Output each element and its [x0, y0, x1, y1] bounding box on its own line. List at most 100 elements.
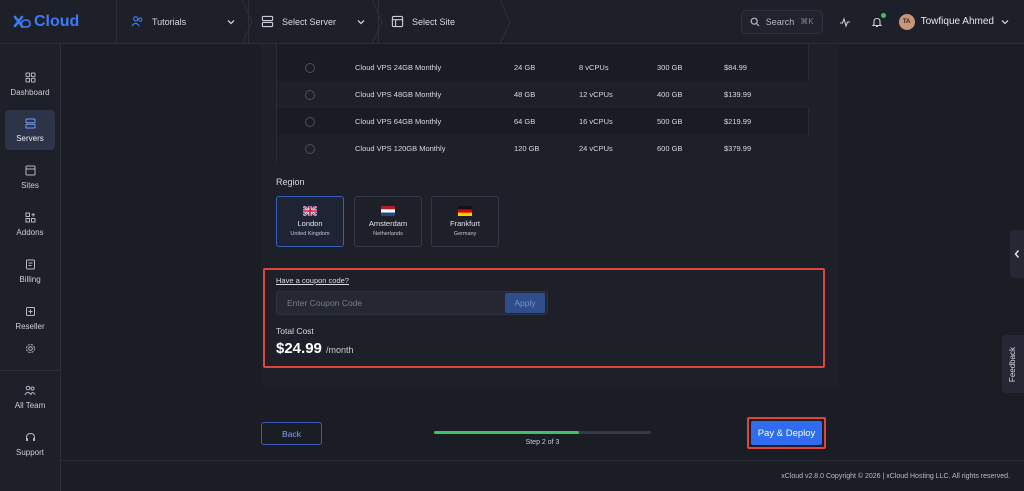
feedback-tab[interactable]: Feedback	[1002, 335, 1024, 393]
sidebar-divider	[0, 370, 61, 371]
plan-row[interactable]: Cloud VPS 48GB Monthly 48 GB 12 vCPUs 40…	[277, 81, 810, 108]
top-bar: Cloud Tutorials Select Server Select Sit…	[0, 0, 1024, 44]
breadcrumb-label: Tutorials	[152, 16, 187, 27]
headset-icon	[25, 432, 35, 441]
sidebar-item-label: Dashboard	[10, 87, 50, 97]
total-cost-unit: /month	[326, 345, 354, 355]
reseller-icon	[25, 306, 35, 316]
feedback-label: Feedback	[1008, 346, 1018, 382]
back-button[interactable]: Back	[261, 422, 322, 445]
sidebar-item-servers[interactable]: Servers	[5, 110, 55, 150]
notifications-button[interactable]	[867, 12, 887, 32]
collapse-panel-button[interactable]	[1010, 230, 1024, 278]
region-country: United Kingdom	[290, 231, 330, 237]
sidebar-item-support[interactable]: Support	[5, 424, 55, 464]
breadcrumb-select-server[interactable]: Select Server	[248, 0, 383, 44]
plan-radio[interactable]	[305, 117, 315, 127]
plan-radio[interactable]	[305, 90, 315, 100]
netherlands-flag-icon	[381, 206, 395, 216]
region-country: Germany	[453, 231, 477, 237]
dashboard-icon	[25, 72, 35, 82]
breadcrumb-tutorials[interactable]: Tutorials	[116, 0, 253, 44]
coupon-link[interactable]: Have a coupon code?	[276, 276, 349, 285]
chevron-down-icon	[1001, 19, 1009, 24]
plan-cpu: 12 vCPUs	[579, 90, 613, 99]
search-label: Search	[765, 16, 795, 27]
footer-divider	[61, 460, 1024, 461]
sidebar: Dashboard Servers Sites Addons Billing R…	[0, 44, 61, 491]
search-icon	[750, 17, 760, 26]
plan-name: Cloud VPS 64GB Monthly	[355, 117, 442, 126]
plan-name: Cloud VPS 120GB Monthly	[355, 144, 446, 153]
chevron-down-icon	[227, 19, 235, 24]
plan-row[interactable]: Cloud VPS 64GB Monthly 64 GB 16 vCPUs 50…	[277, 108, 810, 135]
notification-dot	[880, 12, 886, 18]
sidebar-item-label: Servers	[16, 133, 44, 143]
breadcrumb-select-site[interactable]: Select Site	[378, 0, 511, 44]
footer-copyright: xCloud v2.8.0 Copyright © 2026 | xCloud …	[781, 473, 1010, 480]
uk-flag-icon	[303, 206, 317, 216]
sidebar-item-billing[interactable]: Billing	[5, 251, 55, 291]
sidebar-item-all-team[interactable]: All Team	[5, 377, 55, 417]
deploy-highlight-box: Pay & Deploy	[747, 417, 826, 449]
search-button[interactable]: Search ⌘K	[740, 9, 823, 34]
sidebar-item-reseller[interactable]: Reseller	[5, 298, 55, 338]
region-name: London	[297, 219, 323, 228]
plan-row[interactable]: Cloud VPS 120GB Monthly 120 GB 24 vCPUs …	[277, 135, 810, 162]
plan-cpu: 24 vCPUs	[579, 144, 613, 153]
user-name: Towfique Ahmed	[920, 16, 994, 27]
team-icon	[24, 385, 36, 395]
browser-icon	[391, 15, 404, 28]
addons-icon	[25, 212, 35, 222]
main-content: Cloud VPS 24GB Monthly 24 GB 8 vCPUs 300…	[61, 44, 1024, 491]
sidebar-item-settings[interactable]	[5, 336, 55, 360]
brand-name: Cloud	[34, 12, 80, 30]
plan-table: Cloud VPS 24GB Monthly 24 GB 8 vCPUs 300…	[276, 44, 810, 162]
billing-icon	[25, 259, 35, 269]
sidebar-item-sites[interactable]: Sites	[5, 157, 55, 197]
sidebar-item-label: Support	[15, 447, 45, 457]
region-option-amsterdam[interactable]: Amsterdam Netherlands	[354, 196, 422, 247]
region-country: Netherlands	[373, 231, 403, 237]
sites-icon	[25, 165, 35, 175]
activity-icon	[839, 16, 850, 28]
server-icon	[25, 118, 35, 128]
plan-disk: 400 GB	[657, 90, 683, 99]
plan-ram: 24 GB	[514, 63, 536, 72]
breadcrumb-label: Select Site	[412, 16, 456, 27]
plan-disk: 300 GB	[657, 63, 683, 72]
pay-and-deploy-button[interactable]: Pay & Deploy	[751, 421, 822, 445]
chevron-left-icon	[1014, 250, 1020, 258]
total-cost-price: $24.99	[276, 340, 322, 357]
region-option-london[interactable]: London United Kingdom	[276, 196, 344, 247]
avatar: TA	[898, 13, 915, 30]
plan-radio[interactable]	[305, 144, 315, 154]
team-icon	[131, 16, 143, 27]
user-menu[interactable]: TA Towfique Ahmed	[898, 13, 1010, 30]
plan-radio[interactable]	[305, 63, 315, 73]
sidebar-item-addons[interactable]: Addons	[5, 204, 55, 244]
region-name: Amsterdam	[368, 219, 408, 228]
germany-flag-icon	[458, 206, 472, 216]
plan-disk: 600 GB	[657, 144, 683, 153]
region-option-frankfurt[interactable]: Frankfurt Germany	[431, 196, 499, 247]
chevron-down-icon	[357, 19, 365, 24]
plan-price: $84.99	[724, 63, 747, 72]
plan-ram: 64 GB	[514, 117, 536, 126]
sidebar-item-label: Addons	[16, 227, 44, 237]
plan-price: $139.99	[724, 90, 752, 99]
sidebar-item-label: All Team	[14, 400, 46, 410]
plan-row[interactable]: Cloud VPS 24GB Monthly 24 GB 8 vCPUs 300…	[277, 54, 810, 81]
sidebar-item-label: Billing	[19, 274, 41, 284]
server-icon	[261, 15, 274, 28]
plan-ram: 48 GB	[514, 90, 536, 99]
sidebar-item-label: Reseller	[15, 321, 45, 331]
apply-coupon-button[interactable]: Apply	[505, 293, 545, 313]
activity-button[interactable]	[835, 12, 855, 32]
breadcrumb-label: Select Server	[282, 16, 337, 27]
sidebar-item-label: Sites	[21, 180, 39, 190]
brand-logo[interactable]: Cloud	[0, 0, 116, 44]
sidebar-item-dashboard[interactable]: Dashboard	[5, 64, 55, 104]
settings-icon	[25, 343, 35, 353]
search-shortcut: ⌘K	[800, 17, 814, 26]
